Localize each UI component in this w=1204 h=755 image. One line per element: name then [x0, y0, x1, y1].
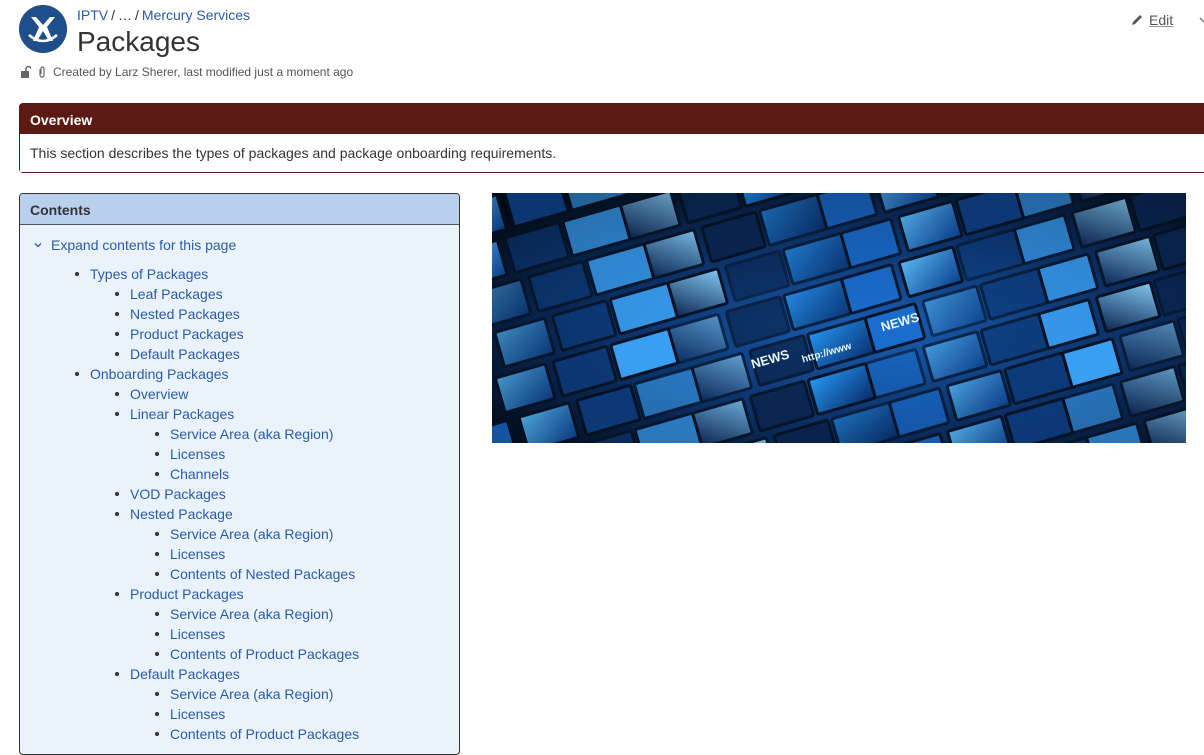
toc-item[interactable]: Nested Package: [115, 504, 233, 524]
toc-item[interactable]: Contents of Product Packages: [154, 644, 359, 664]
toc-item[interactable]: Service Area (aka Region): [154, 424, 333, 444]
breadcrumb-mercury-services[interactable]: Mercury Services: [142, 7, 250, 23]
page-metadata: Created by Larz Sherer, last modified ju…: [21, 65, 353, 79]
edit-button-label: Edit: [1149, 12, 1174, 28]
toc-item[interactable]: Service Area (aka Region): [154, 604, 333, 624]
toc-item[interactable]: Licenses: [154, 544, 225, 564]
chevron-down-icon: [34, 243, 42, 248]
toc-item[interactable]: Licenses: [154, 444, 225, 464]
toc-item[interactable]: Linear Packages: [114, 404, 234, 424]
space-logo[interactable]: [19, 5, 67, 53]
toc-item[interactable]: Product Packages: [115, 324, 244, 344]
breadcrumb: IPTV /… / Mercury Services: [77, 7, 250, 23]
expand-contents-label: Expand contents for this page: [51, 237, 237, 253]
contents-panel: Contents Expand contents for this page T…: [19, 193, 460, 755]
overview-panel: Overview This section describes the type…: [19, 103, 1204, 173]
page-byline: Created by Larz Sherer, last modified ju…: [53, 65, 354, 79]
edit-button[interactable]: Edit: [1131, 12, 1173, 28]
toc-item[interactable]: Licenses: [154, 704, 225, 724]
toc-item[interactable]: Default Packages: [115, 664, 240, 684]
toc-item[interactable]: Licenses: [154, 624, 225, 644]
toc-item[interactable]: Types of Packages: [74, 264, 208, 284]
tv-screens-banner-image: NEWS http://www NEWS: [492, 193, 1186, 443]
toc-item[interactable]: Channels: [154, 464, 229, 484]
toc-item[interactable]: Service Area (aka Region): [154, 524, 333, 544]
toc-item[interactable]: Leaf Packages: [115, 284, 223, 304]
contents-panel-title: Contents: [20, 194, 459, 225]
toc-item[interactable]: Service Area (aka Region): [154, 684, 333, 704]
overview-panel-title: Overview: [20, 104, 1204, 134]
overview-panel-text: This section describes the types of pack…: [20, 134, 1204, 172]
toc-item[interactable]: Nested Packages: [115, 304, 240, 324]
toc-item[interactable]: VOD Packages: [115, 484, 226, 504]
paperclip-icon[interactable]: [37, 66, 47, 78]
unlock-icon[interactable]: [21, 66, 31, 78]
toc-item[interactable]: Default Packages: [115, 344, 240, 364]
breadcrumb-separator: /: [135, 7, 139, 23]
tv-screens-illustration: NEWS http://wwwNEWS: [492, 193, 1186, 443]
more-actions-chevron-icon[interactable]: [1196, 12, 1204, 28]
expand-contents-toggle[interactable]: Expand contents for this page: [33, 237, 236, 253]
space-logo-icon: [19, 5, 67, 53]
toc-item[interactable]: Contents of Nested Packages: [154, 564, 355, 584]
toc-item[interactable]: Product Packages: [115, 584, 244, 604]
page-title: Packages: [77, 26, 200, 57]
pencil-icon: [1132, 15, 1142, 25]
breadcrumb-separator: /: [111, 7, 116, 23]
toc-item[interactable]: Overview: [114, 384, 188, 404]
breadcrumb-ellipsis[interactable]: …: [118, 7, 132, 23]
toc-item[interactable]: Onboarding Packages: [75, 364, 229, 384]
toc-item[interactable]: Contents of Product Packages: [154, 724, 359, 744]
breadcrumb-iptv[interactable]: IPTV: [77, 7, 108, 23]
